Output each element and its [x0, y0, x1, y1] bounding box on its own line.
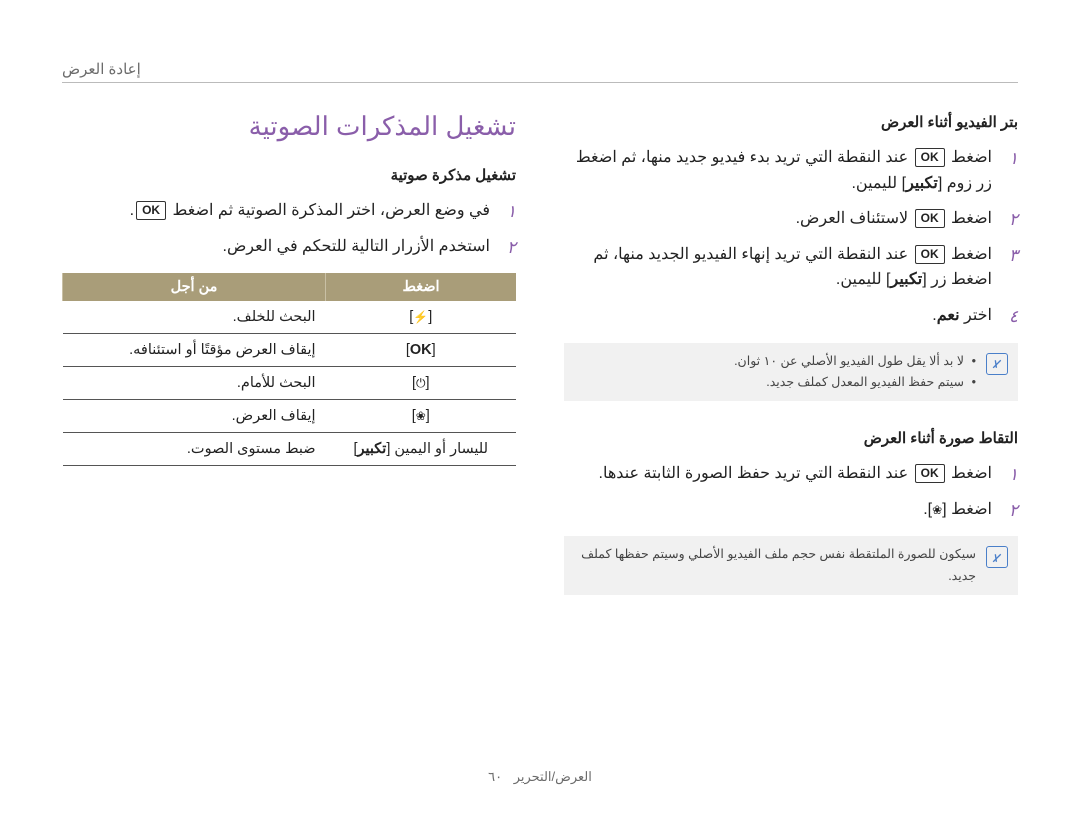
- ok-button-icon: OK: [915, 148, 945, 167]
- step: اختر نعم.: [564, 303, 1018, 329]
- ok-button-icon: OK: [136, 201, 166, 220]
- step: اضغط [].: [564, 497, 1018, 523]
- table-row: [] البحث للخلف.: [63, 301, 517, 334]
- table-row: [OK] إيقاف العرض مؤقتًا أو استئنافه.: [63, 334, 517, 367]
- ok-button-icon: OK: [915, 464, 945, 483]
- ok-button-icon: OK: [915, 245, 945, 264]
- step: اضغط OK عند النقطة التي تريد بدء فيديو ج…: [564, 145, 1018, 196]
- step: اضغط OK عند النقطة التي تريد حفظ الصورة …: [564, 461, 1018, 487]
- note-item: لا بد ألا يقل طول الفيديو الأصلي عن ١٠ ث…: [574, 351, 976, 372]
- steps-trim: اضغط OK عند النقطة التي تريد بدء فيديو ج…: [564, 145, 1018, 329]
- info-icon: [986, 353, 1008, 375]
- note-trim: لا بد ألا يقل طول الفيديو الأصلي عن ١٠ ث…: [564, 343, 1018, 402]
- step: في وضع العرض، اختر المذكرة الصوتية ثم اض…: [62, 198, 516, 224]
- steps-audio: في وضع العرض، اختر المذكرة الصوتية ثم اض…: [62, 198, 516, 259]
- page-header: إعادة العرض: [62, 60, 1018, 83]
- info-icon: [986, 546, 1008, 568]
- th-press: اضغط: [326, 273, 516, 301]
- controls-table: اضغط من أجل [] البحث للخلف. [OK] إيقاف ا…: [62, 273, 516, 466]
- flower-icon: [932, 501, 942, 518]
- steps-capture: اضغط OK عند النقطة التي تريد حفظ الصورة …: [564, 461, 1018, 522]
- cell-label: البحث للخلف.: [73, 309, 316, 325]
- flower-icon: [416, 408, 426, 424]
- page-footer: العرض/التحرير ٦٠: [0, 769, 1080, 785]
- power-icon: [416, 375, 426, 391]
- page-number: ٦٠: [488, 769, 502, 784]
- step: اضغط OK لاستئناف العرض.: [564, 206, 1018, 232]
- cell-label: إيقاف العرض مؤقتًا أو استئنافه.: [73, 342, 316, 358]
- note-capture: سيكون للصورة الملتقطة نفس حجم ملف الفيدي…: [564, 536, 1018, 595]
- footer-section: العرض/التحرير: [514, 769, 592, 784]
- cell-label: ضبط مستوى الصوت.: [73, 441, 316, 457]
- note-item: سيتم حفظ الفيديو المعدل كملف جديد.: [574, 372, 976, 393]
- table-row: [] إيقاف العرض.: [63, 400, 517, 433]
- lightning-icon: [413, 309, 428, 325]
- step: استخدم الأزرار التالية للتحكم في العرض.: [62, 234, 516, 260]
- section-title-trim: بتر الفيديو أثناء العرض: [564, 113, 1018, 131]
- section-title-capture: التقاط صورة أثناء العرض: [564, 429, 1018, 447]
- column-audio: تشغيل المذكرات الصوتية تشغيل مذكرة صوتية…: [62, 111, 516, 623]
- table-row: [] البحث للأمام.: [63, 367, 517, 400]
- note-text: سيكون للصورة الملتقطة نفس حجم ملف الفيدي…: [574, 544, 976, 587]
- column-video: بتر الفيديو أثناء العرض اضغط OK عند النق…: [564, 111, 1018, 623]
- cell-label: إيقاف العرض.: [73, 408, 316, 424]
- page-title: تشغيل المذكرات الصوتية: [62, 111, 516, 142]
- cell-label: البحث للأمام.: [73, 375, 316, 391]
- table-row: [تكبير] لليسار أو اليمين ضبط مستوى الصوت…: [63, 433, 517, 466]
- step: اضغط OK عند النقطة التي تريد إنهاء الفيد…: [564, 242, 1018, 293]
- section-title-audio: تشغيل مذكرة صوتية: [62, 166, 516, 184]
- th-for: من أجل: [63, 273, 326, 301]
- ok-button-icon: OK: [915, 209, 945, 228]
